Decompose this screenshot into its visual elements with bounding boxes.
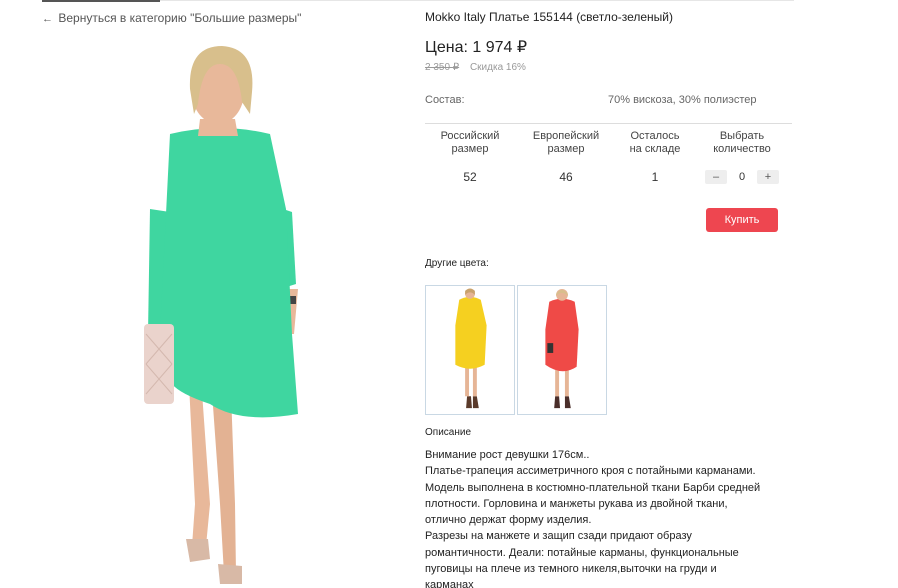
- description-line: Платье-трапеция ассиметричного кроя с по…: [425, 465, 756, 478]
- header-quantity-l2: количество: [713, 143, 771, 155]
- current-price: Цена: 1 974 ₽: [425, 39, 528, 56]
- composition-label: Состав:: [425, 94, 465, 106]
- composition-value: 70% вискоза, 30% полиэстер: [608, 94, 757, 106]
- header-ru-size: Российский размер: [432, 130, 508, 156]
- description-line: пуговицы на плече из темного никеля,выто…: [425, 563, 717, 576]
- header-eu-size-l1: Европейский: [532, 130, 600, 142]
- header-ru-size-l2: размер: [451, 143, 489, 155]
- cell-stock: 1: [651, 170, 659, 184]
- old-price-row: 2 350 ₽ Скидка 16%: [425, 62, 526, 73]
- red-dress-thumbnail: [545, 288, 579, 409]
- buy-button[interactable]: Купить: [706, 208, 778, 232]
- arrow-left-icon: ←: [42, 13, 53, 25]
- cell-eu-size: 46: [559, 170, 573, 184]
- qty-plus-button[interactable]: +: [757, 170, 779, 184]
- product-main-photo[interactable]: [60, 34, 390, 588]
- header-stock-l1: Осталось: [630, 130, 680, 142]
- header-eu-size: Европейский размер: [526, 130, 606, 156]
- table-divider: [425, 123, 792, 124]
- back-link-text: Вернуться в категорию "Большие размеры": [58, 11, 302, 25]
- description-line: романтичности. Деали: потайные карманы, …: [425, 546, 739, 559]
- header-quantity-l1: Выбрать: [719, 130, 765, 142]
- description-body: Внимание рост девушки 176см.. Платье-тра…: [425, 447, 797, 588]
- description-line: карманах: [425, 579, 474, 588]
- description-line: Модель выполнена в костюмно-плательной т…: [425, 481, 761, 494]
- quantity-stepper: – 0 +: [705, 168, 779, 186]
- description-line: Внимание рост девушки 176см..: [425, 449, 590, 461]
- header-ru-size-l1: Российский: [440, 130, 500, 142]
- yellow-dress-thumbnail: [455, 288, 487, 409]
- back-to-category-link[interactable]: ← Вернуться в категорию "Большие размеры…: [42, 11, 301, 25]
- description-title: Описание: [425, 427, 472, 438]
- qty-value: 0: [738, 171, 746, 183]
- header-stock: Осталось на складе: [620, 130, 690, 156]
- model-photo-illustration: [60, 34, 390, 588]
- top-divider-active: [42, 0, 160, 2]
- header-stock-l2: на складе: [629, 143, 681, 155]
- discount-badge: Скидка 16%: [469, 62, 526, 73]
- other-colors-label: Другие цвета:: [425, 258, 489, 269]
- product-title: Mokko Italy Платье 155144 (светло-зелены…: [425, 10, 674, 24]
- qty-minus-button[interactable]: –: [705, 170, 727, 184]
- color-thumb-yellow[interactable]: [425, 285, 515, 415]
- description-line: плотности. Горловина и манжеты рукава из…: [425, 497, 728, 510]
- cell-ru-size: 52: [463, 170, 477, 184]
- description-line: отлично держат форму изделия.: [425, 514, 592, 527]
- color-thumb-red[interactable]: [517, 285, 607, 415]
- header-eu-size-l2: размер: [547, 143, 585, 155]
- description-line: Разрезы на манжете и защип сзади придают…: [425, 530, 692, 543]
- header-quantity: Выбрать количество: [704, 130, 780, 156]
- old-price: 2 350 ₽: [425, 62, 460, 73]
